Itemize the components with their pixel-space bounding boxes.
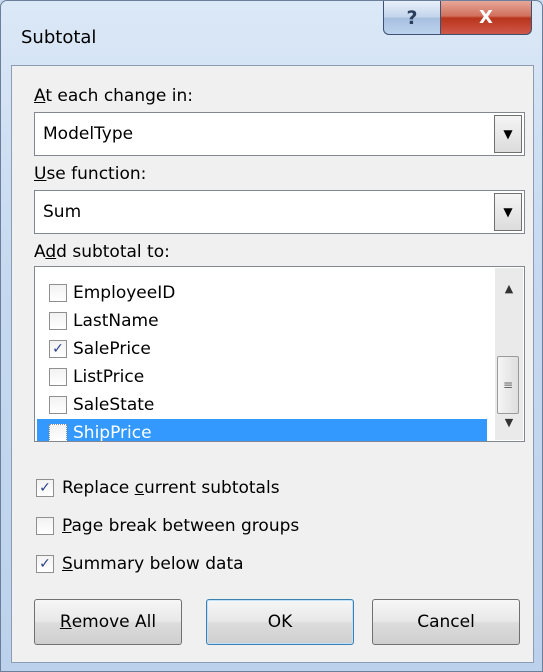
- list-item-shipprice[interactable]: ShipPrice: [37, 419, 487, 442]
- chevron-down-icon: ▼: [503, 127, 513, 141]
- help-button[interactable]: ?: [383, 1, 441, 35]
- cancel-button[interactable]: Cancel: [372, 599, 520, 645]
- checkbox[interactable]: [49, 312, 67, 330]
- subtotal-dialog: Subtotal ? X At each change in: ModelTyp…: [0, 0, 543, 672]
- list-scrollbar[interactable]: ▲ ≡ ▼: [495, 268, 523, 440]
- list-item-label: SaleState: [73, 395, 155, 415]
- ok-button[interactable]: OK: [206, 599, 354, 645]
- replace-subtotals-checkbox[interactable]: ✓: [36, 479, 54, 497]
- function-dropdown[interactable]: Sum ▼: [34, 190, 525, 234]
- list-item-label: EmployeeID: [73, 283, 176, 303]
- dialog-title: Subtotal: [21, 27, 97, 48]
- list-item-label: LastName: [73, 311, 159, 331]
- function-dropdown-button[interactable]: ▼: [494, 193, 522, 231]
- summary-below-checkbox[interactable]: ✓: [36, 555, 54, 573]
- checkbox[interactable]: [49, 424, 67, 441]
- scroll-down-button[interactable]: ▼: [495, 408, 523, 436]
- arrow-up-icon: ▲: [504, 281, 514, 295]
- dialog-body: At each change in: ModelType ▼ Use funct…: [11, 65, 534, 663]
- list-item-label: SalePrice: [73, 339, 151, 359]
- chevron-down-icon: ▼: [503, 205, 513, 219]
- replace-subtotals-option[interactable]: ✓ Replace current subtotals: [36, 475, 280, 501]
- summary-below-option[interactable]: ✓ Summary below data: [36, 551, 244, 577]
- add-subtotal-list[interactable]: EmployeeID LastName ✓ SalePrice ListPric…: [34, 266, 525, 442]
- add-subtotal-label: Add subtotal to:: [34, 242, 170, 262]
- help-icon: ?: [406, 6, 418, 29]
- close-icon: X: [479, 7, 493, 28]
- close-button[interactable]: X: [440, 1, 532, 35]
- function-label: Use function:: [34, 164, 147, 184]
- group-by-dropdown-button[interactable]: ▼: [494, 115, 522, 153]
- page-break-checkbox[interactable]: [36, 517, 54, 535]
- checkbox[interactable]: [49, 368, 67, 386]
- list-item-saleprice[interactable]: ✓ SalePrice: [37, 335, 487, 363]
- list-item-employeeid[interactable]: EmployeeID: [37, 279, 487, 307]
- group-by-dropdown[interactable]: ModelType ▼: [34, 112, 525, 156]
- checkbox[interactable]: [49, 396, 67, 414]
- scroll-up-button[interactable]: ▲: [495, 274, 523, 302]
- list-item-label: ListPrice: [73, 367, 145, 387]
- group-by-label: At each change in:: [34, 86, 194, 106]
- summary-below-label: Summary below data: [62, 554, 244, 574]
- page-break-option[interactable]: Page break between groups: [36, 513, 299, 539]
- list-item-label: ShipPrice: [73, 423, 152, 442]
- function-value: Sum: [43, 202, 82, 222]
- remove-all-button[interactable]: Remove All: [34, 599, 182, 645]
- scroll-thumb[interactable]: ≡: [497, 356, 519, 414]
- arrow-down-icon: ▼: [504, 415, 514, 429]
- grip-icon: ≡: [502, 378, 514, 392]
- checkbox[interactable]: [49, 284, 67, 302]
- list-item-lastname[interactable]: LastName: [37, 307, 487, 335]
- page-break-label: Page break between groups: [62, 516, 300, 536]
- list-item-salestate[interactable]: SaleState: [37, 391, 487, 419]
- replace-subtotals-label: Replace current subtotals: [62, 478, 280, 498]
- group-by-value: ModelType: [43, 124, 134, 144]
- list-item-listprice[interactable]: ListPrice: [37, 363, 487, 391]
- checkbox[interactable]: ✓: [49, 340, 67, 358]
